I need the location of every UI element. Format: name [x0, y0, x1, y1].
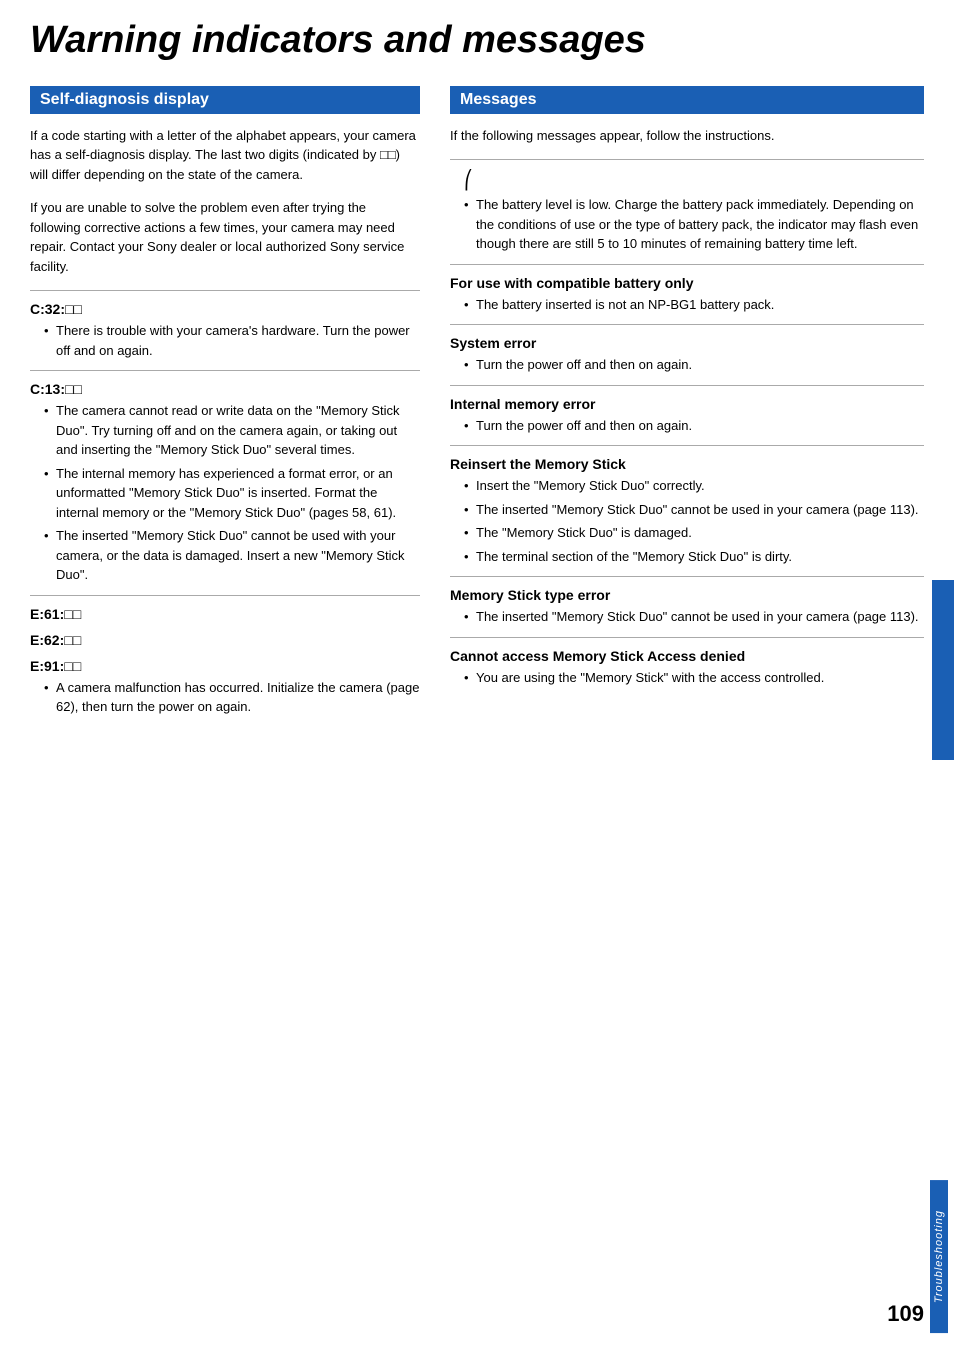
code-c13-label: C:13:□□ [30, 381, 420, 397]
msg-compatible-battery: For use with compatible battery only The… [450, 275, 924, 315]
list-item: You are using the "Memory Stick" with th… [464, 668, 924, 688]
msg-type-error-header: Memory Stick type error [450, 587, 924, 603]
page-title: Warning indicators and messages [30, 20, 924, 62]
self-diagnosis-header: Self-diagnosis display [30, 86, 420, 114]
divider-msg-1 [450, 264, 924, 265]
msg-system-error-bullets: Turn the power off and then on again. [450, 355, 924, 375]
msg-battery-bullets: The battery level is low. Charge the bat… [450, 195, 924, 254]
code-e62: E:62:□□ [30, 632, 420, 648]
list-item: Insert the "Memory Stick Duo" correctly. [464, 476, 924, 496]
code-e91-bullets: A camera malfunction has occurred. Initi… [30, 678, 420, 717]
left-column: Self-diagnosis display If a code startin… [30, 86, 420, 725]
list-item: The "Memory Stick Duo" is damaged. [464, 523, 924, 543]
msg-system-error-header: System error [450, 335, 924, 351]
code-c13-bullets: The camera cannot read or write data on … [30, 401, 420, 585]
code-c32-bullets: There is trouble with your camera's hard… [30, 321, 420, 360]
troubleshooting-tab: Troubleshooting [932, 580, 954, 760]
msg-internal-memory-error-bullets: Turn the power off and then on again. [450, 416, 924, 436]
msg-compatible-battery-bullets: The battery inserted is not an NP-BG1 ba… [450, 295, 924, 315]
code-c32-label: C:32:□□ [30, 301, 420, 317]
msg-type-error: Memory Stick type error The inserted "Me… [450, 587, 924, 627]
msg-system-error: System error Turn the power off and then… [450, 335, 924, 375]
right-column: Messages If the following messages appea… [450, 86, 924, 725]
troubleshooting-label: Troubleshooting [930, 1180, 948, 1333]
divider-msg-0 [450, 159, 924, 160]
code-e91-label: E:91:□□ [30, 658, 420, 674]
divider-2 [30, 370, 420, 371]
divider-msg-4 [450, 445, 924, 446]
divider-1 [30, 290, 420, 291]
divider-3 [30, 595, 420, 596]
divider-msg-2 [450, 324, 924, 325]
msg-compatible-battery-header: For use with compatible battery only [450, 275, 924, 291]
list-item: Turn the power off and then on again. [464, 416, 924, 436]
list-item: The inserted "Memory Stick Duo" cannot b… [464, 607, 924, 627]
code-e91: E:91:□□ A camera malfunction has occurre… [30, 658, 420, 717]
msg-reinsert-memory-stick: Reinsert the Memory Stick Insert the "Me… [450, 456, 924, 566]
divider-msg-3 [450, 385, 924, 386]
battery-icon: ⎛ [464, 170, 924, 191]
list-item: There is trouble with your camera's hard… [44, 321, 420, 360]
page-number: 109 [887, 1301, 924, 1327]
msg-access-denied-bullets: You are using the "Memory Stick" with th… [450, 668, 924, 688]
msg-access-denied-header: Cannot access Memory Stick Access denied [450, 648, 924, 664]
list-item: The inserted "Memory Stick Duo" cannot b… [464, 500, 924, 520]
code-c32: C:32:□□ There is trouble with your camer… [30, 301, 420, 360]
msg-reinsert-bullets: Insert the "Memory Stick Duo" correctly.… [450, 476, 924, 566]
msg-reinsert-header: Reinsert the Memory Stick [450, 456, 924, 472]
code-e61-label: E:61:□□ [30, 606, 420, 622]
list-item: The battery inserted is not an NP-BG1 ba… [464, 295, 924, 315]
msg-battery: ⎛ The battery level is low. Charge the b… [450, 170, 924, 254]
messages-header: Messages [450, 86, 924, 114]
list-item: The camera cannot read or write data on … [44, 401, 420, 460]
msg-access-denied: Cannot access Memory Stick Access denied… [450, 648, 924, 688]
divider-msg-6 [450, 637, 924, 638]
list-item: The internal memory has experienced a fo… [44, 464, 420, 523]
list-item: Turn the power off and then on again. [464, 355, 924, 375]
left-intro-1: If a code starting with a letter of the … [30, 126, 420, 185]
messages-intro: If the following messages appear, follow… [450, 126, 924, 146]
code-e62-label: E:62:□□ [30, 632, 420, 648]
list-item: A camera malfunction has occurred. Initi… [44, 678, 420, 717]
left-intro-2: If you are unable to solve the problem e… [30, 198, 420, 276]
msg-internal-memory-error-header: Internal memory error [450, 396, 924, 412]
code-c13: C:13:□□ The camera cannot read or write … [30, 381, 420, 585]
list-item: The inserted "Memory Stick Duo" cannot b… [44, 526, 420, 585]
msg-internal-memory-error: Internal memory error Turn the power off… [450, 396, 924, 436]
msg-type-error-bullets: The inserted "Memory Stick Duo" cannot b… [450, 607, 924, 627]
code-e61: E:61:□□ [30, 606, 420, 622]
list-item: The terminal section of the "Memory Stic… [464, 547, 924, 567]
list-item: The battery level is low. Charge the bat… [464, 195, 924, 254]
divider-msg-5 [450, 576, 924, 577]
